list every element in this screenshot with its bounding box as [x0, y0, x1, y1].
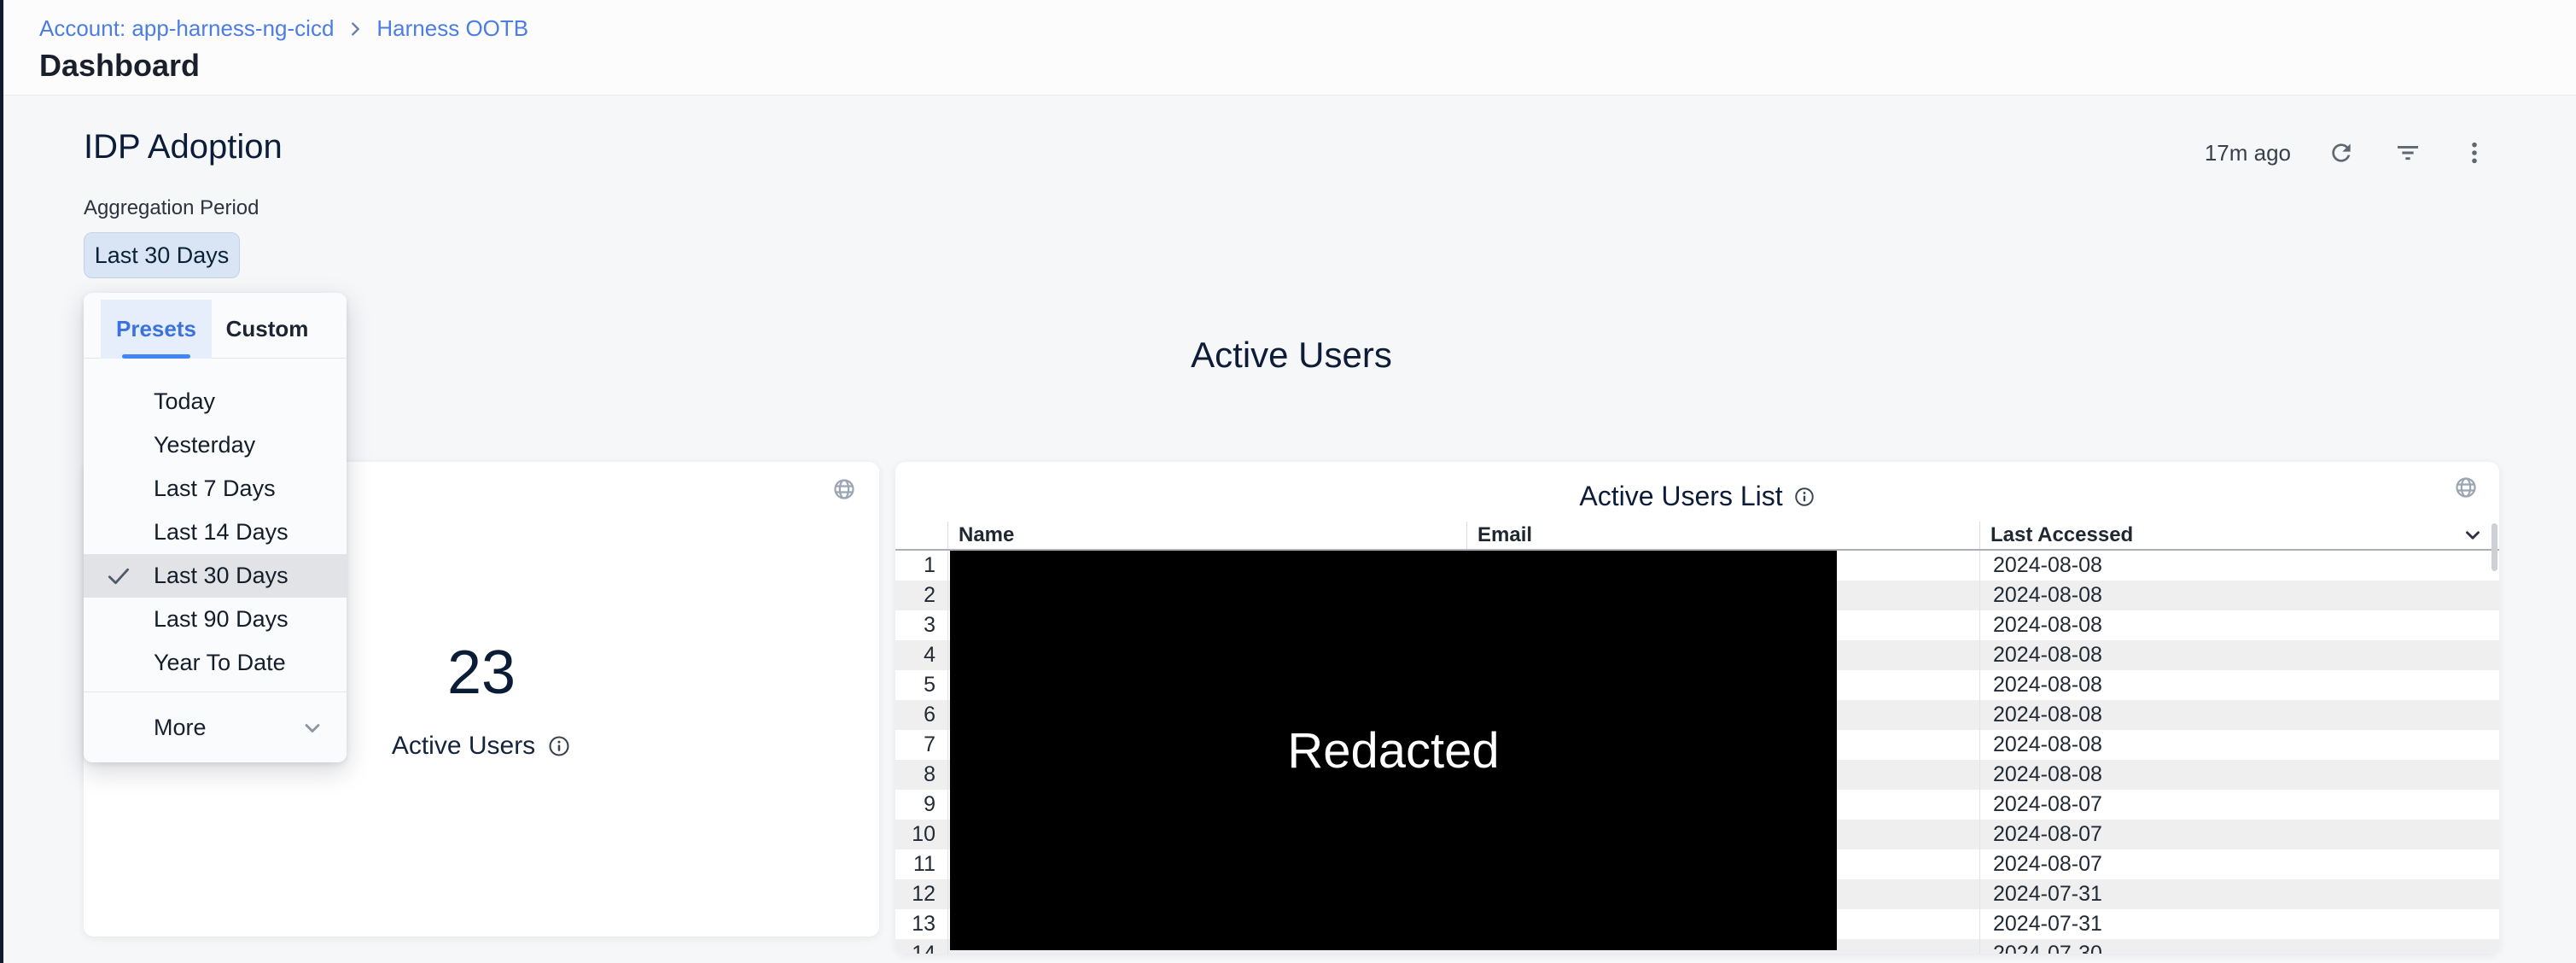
page-title: Dashboard: [39, 48, 200, 84]
row-index: 11: [895, 849, 947, 879]
more-label: More: [154, 692, 207, 763]
filter-icon: [2394, 139, 2422, 166]
preset-item-last-7-days[interactable]: Last 7 Days: [84, 467, 347, 511]
preset-item-last-90-days[interactable]: Last 90 Days: [84, 598, 347, 641]
column-header-index: [895, 522, 947, 549]
dashboard-title: IDP Adoption: [84, 128, 283, 166]
cell-last-accessed: 2024-08-08: [1979, 551, 2499, 581]
last-updated-text: 17m ago: [2205, 140, 2291, 166]
active-tab-underline: [122, 354, 190, 359]
cell-last-accessed: 2024-08-08: [1979, 760, 2499, 790]
cell-last-accessed: 2024-08-07: [1979, 790, 2499, 820]
cell-last-accessed: 2024-08-07: [1979, 820, 2499, 849]
info-icon: [547, 734, 571, 758]
row-index: 1: [895, 551, 947, 581]
period-select-button[interactable]: Last 30 Days: [84, 232, 240, 278]
period-dropdown: Presets Custom Today Yesterday Last 7 Da…: [84, 293, 347, 762]
cell-last-accessed: 2024-08-08: [1979, 640, 2499, 670]
preset-list: Today Yesterday Last 7 Days Last 14 Days…: [84, 380, 347, 685]
top-header: Account: app-harness-ng-cicd Harness OOT…: [3, 0, 2576, 96]
row-index: 3: [895, 610, 947, 640]
checkmark-icon: [104, 562, 133, 591]
more-menu-button[interactable]: [2458, 137, 2491, 169]
refresh-icon: [2328, 139, 2355, 166]
column-header-name[interactable]: Name: [947, 522, 1466, 549]
cell-last-accessed: 2024-08-08: [1979, 730, 2499, 760]
preset-item-last-14-days[interactable]: Last 14 Days: [84, 511, 347, 554]
row-index: 5: [895, 670, 947, 700]
row-index: 12: [895, 879, 947, 909]
cell-last-accessed: 2024-08-08: [1979, 581, 2499, 610]
cell-last-accessed: 2024-07-30: [1979, 939, 2499, 954]
row-index: 14: [895, 939, 947, 954]
row-index: 4: [895, 640, 947, 670]
preset-item-today[interactable]: Today: [84, 380, 347, 423]
column-header-last-accessed[interactable]: Last Accessed: [1979, 522, 2499, 549]
breadcrumb-current-link[interactable]: Harness OOTB: [376, 15, 528, 42]
breadcrumb-separator-icon: [346, 20, 364, 38]
cell-last-accessed: 2024-08-08: [1979, 670, 2499, 700]
active-users-count: 23: [447, 638, 516, 708]
preset-item-yesterday[interactable]: Yesterday: [84, 423, 347, 467]
section-title-active-users: Active Users: [84, 335, 2499, 376]
preset-item-label: Last 30 Days: [154, 563, 288, 588]
row-index: 13: [895, 909, 947, 939]
chevron-down-icon: [300, 716, 324, 740]
aggregation-period-label: Aggregation Period: [84, 196, 259, 220]
cell-last-accessed: 2024-08-08: [1979, 610, 2499, 640]
table-title: Active Users List: [1579, 481, 1782, 512]
refresh-button[interactable]: [2325, 137, 2357, 169]
tab-custom[interactable]: Custom: [220, 300, 314, 359]
info-tooltip-button[interactable]: [1793, 486, 1815, 508]
active-users-list-card: Active Users List Name Email Last Access…: [895, 462, 2499, 954]
filter-button[interactable]: [2392, 137, 2424, 169]
row-index: 2: [895, 581, 947, 610]
table-header-row: Name Email Last Accessed: [895, 522, 2499, 551]
row-index: 6: [895, 700, 947, 730]
preset-item-year-to-date[interactable]: Year To Date: [84, 641, 347, 685]
row-index: 7: [895, 730, 947, 760]
period-dropdown-tabs: Presets Custom: [84, 293, 347, 359]
tab-custom-label: Custom: [226, 316, 309, 342]
globe-timezone-icon: [832, 477, 856, 501]
cell-last-accessed: 2024-07-31: [1979, 879, 2499, 909]
redacted-overlay: Redacted: [950, 551, 1837, 950]
column-header-email[interactable]: Email: [1466, 522, 1979, 549]
dashboard-controls: 17m ago: [2205, 135, 2491, 171]
row-index: 9: [895, 790, 947, 820]
more-presets-button[interactable]: More: [84, 692, 347, 762]
info-icon: [1793, 486, 1815, 508]
chevron-down-icon: [2462, 524, 2484, 546]
preset-item-last-30-days[interactable]: Last 30 Days: [84, 554, 347, 598]
active-users-label: Active Users: [392, 732, 535, 761]
redacted-label: Redacted: [1287, 722, 1499, 779]
cell-last-accessed: 2024-08-07: [1979, 849, 2499, 879]
breadcrumb-account-link[interactable]: Account: app-harness-ng-cicd: [39, 15, 334, 42]
breadcrumb: Account: app-harness-ng-cicd Harness OOT…: [39, 15, 528, 42]
left-nav-edge: [0, 0, 3, 963]
cell-last-accessed: 2024-07-31: [1979, 909, 2499, 939]
tab-presets[interactable]: Presets: [101, 300, 212, 359]
tab-presets-label: Presets: [116, 316, 196, 342]
table-options-button[interactable]: [2462, 524, 2484, 546]
info-tooltip-button[interactable]: [547, 734, 571, 758]
row-index: 8: [895, 760, 947, 790]
cell-last-accessed: 2024-08-08: [1979, 700, 2499, 730]
kebab-icon: [2461, 139, 2488, 166]
row-index: 10: [895, 820, 947, 849]
